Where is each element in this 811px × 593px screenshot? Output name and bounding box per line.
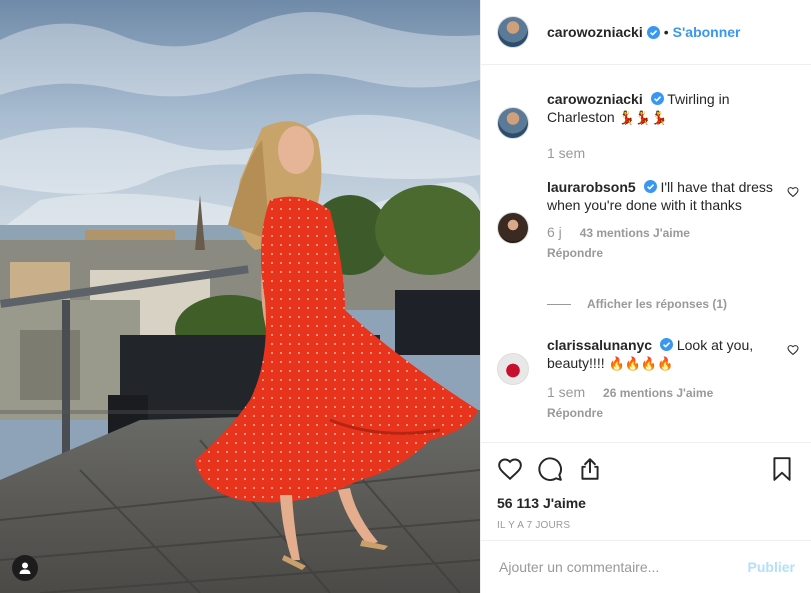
comment-time[interactable]: 1 sem xyxy=(547,384,585,400)
bookmark-icon[interactable] xyxy=(769,456,795,482)
photo-illustration xyxy=(0,0,480,593)
author-username[interactable]: carowozniacki xyxy=(547,24,643,40)
commenter-username[interactable]: laurarobson5 xyxy=(547,179,636,195)
author-avatar[interactable] xyxy=(497,16,529,48)
view-replies-button[interactable]: Afficher les réponses (1) xyxy=(547,297,727,311)
post-timestamp[interactable]: IL Y A 7 JOURS xyxy=(497,520,795,531)
verified-badge-icon xyxy=(643,180,657,193)
caption-avatar[interactable] xyxy=(497,107,529,139)
caption-emoji: 💃💃💃 xyxy=(618,111,668,126)
reply-button[interactable]: Répondre xyxy=(547,244,773,262)
comment-emoji: 🔥🔥🔥🔥 xyxy=(608,357,674,372)
follow-button[interactable]: S'abonner xyxy=(673,24,741,40)
post-header: carowozniacki • S'abonner xyxy=(481,0,811,65)
comment-like-heart-icon[interactable] xyxy=(787,344,799,356)
comment-likes[interactable]: 43 mentions J'aime xyxy=(580,226,690,240)
action-icons xyxy=(497,455,795,483)
reply-button[interactable]: Répondre xyxy=(547,404,773,422)
user-icon xyxy=(19,562,31,574)
view-replies-label: Afficher les réponses (1) xyxy=(587,297,728,311)
comment-input[interactable] xyxy=(497,558,748,576)
commenter-username[interactable]: clarissalunanyc xyxy=(547,337,652,353)
verified-badge-icon xyxy=(659,338,673,351)
post-photo[interactable] xyxy=(0,0,480,593)
comment-item: laurarobson5 I'll have that dress when y… xyxy=(497,178,795,262)
comment-icon[interactable] xyxy=(537,456,563,482)
heart-icon[interactable] xyxy=(497,456,523,482)
user-tag-button[interactable] xyxy=(12,555,38,581)
post-side-panel: carowozniacki • S'abonner carowozniacki … xyxy=(480,0,811,593)
commenter-avatar[interactable] xyxy=(497,353,529,385)
comment-time[interactable]: 6 j xyxy=(547,224,562,240)
likes-count[interactable]: 56 113 J'aime xyxy=(497,495,795,511)
publish-button[interactable]: Publier xyxy=(748,559,795,575)
caption: carowozniacki Twirling in Charleston 💃💃💃… xyxy=(497,90,795,162)
caption-time[interactable]: 1 sem xyxy=(547,145,585,161)
instagram-post: carowozniacki • S'abonner carowozniacki … xyxy=(0,0,811,593)
replies-divider xyxy=(547,303,571,305)
separator-dot: • xyxy=(663,24,669,40)
commenter-avatar[interactable] xyxy=(497,212,529,244)
comment-likes[interactable]: 26 mentions J'aime xyxy=(603,386,713,400)
add-comment-bar: Publier xyxy=(481,540,811,593)
share-icon[interactable] xyxy=(577,456,603,482)
comment-item: clarissalunanyc Look at you, beauty!!!! … xyxy=(497,336,795,422)
verified-badge-icon xyxy=(650,92,664,105)
post-actions: 56 113 J'aime IL Y A 7 JOURS xyxy=(481,442,811,531)
caption-username[interactable]: carowozniacki xyxy=(547,91,643,107)
comment-like-heart-icon[interactable] xyxy=(787,186,799,198)
verified-badge-icon xyxy=(646,25,660,39)
comments-list[interactable]: carowozniacki Twirling in Charleston 💃💃💃… xyxy=(481,66,811,442)
